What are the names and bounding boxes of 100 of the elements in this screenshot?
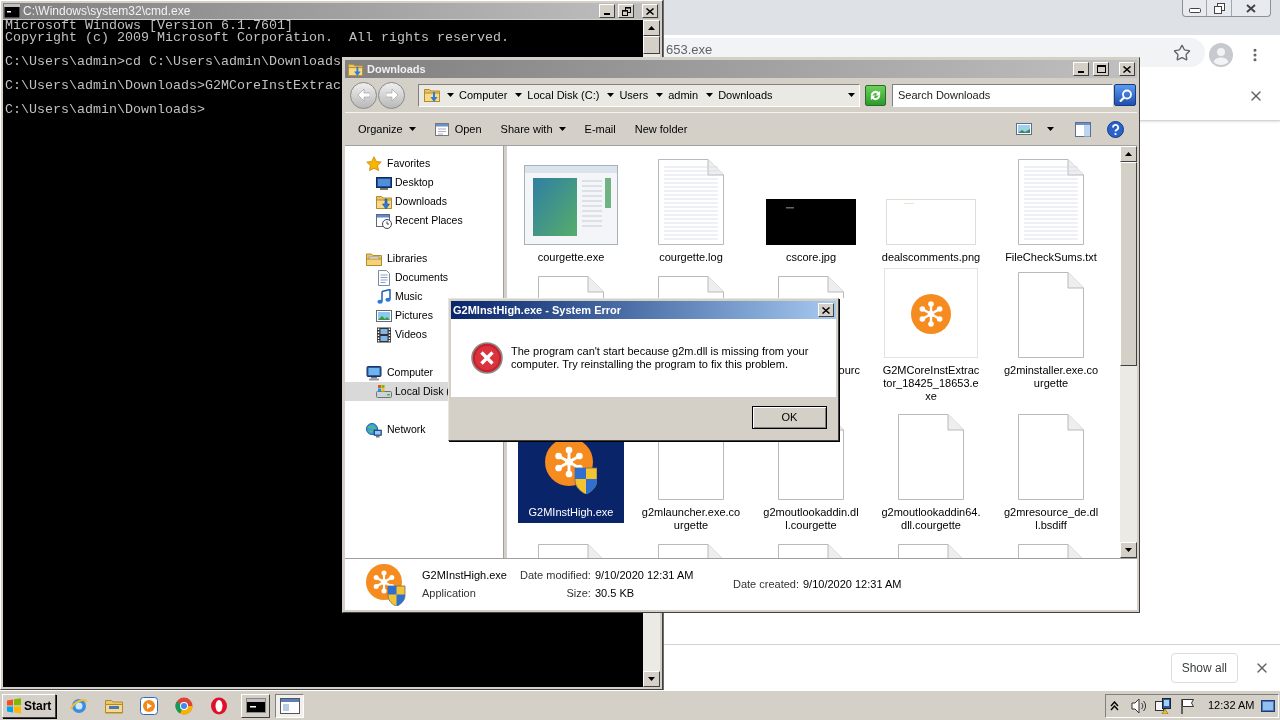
flag-icon[interactable] xyxy=(1180,697,1195,714)
toolbar-menu-button[interactable]: Organize xyxy=(352,117,422,141)
close-button[interactable] xyxy=(818,303,834,317)
scrollbar-thumb[interactable] xyxy=(643,36,660,54)
caret-icon xyxy=(1047,127,1054,131)
close-icon xyxy=(1246,3,1256,13)
refresh-arrows-icon xyxy=(869,88,882,102)
error-message: The program can't start because g2m.dll is missing from your computer. Try reinstalling the program to fix this problem. xyxy=(511,345,810,371)
show-desktop-icon[interactable] xyxy=(1261,698,1275,713)
breadcrumb-caret-icon[interactable] xyxy=(656,93,664,97)
restore-icon xyxy=(1213,2,1225,14)
console-line: C:\Users\admin\Downloads>G2MCoreInstExtrac xyxy=(5,80,341,92)
documents-icon xyxy=(376,269,392,286)
folder-icon xyxy=(424,87,440,103)
nav-item[interactable]: Recent Places xyxy=(345,211,503,230)
file-item[interactable]: g2mresource_de.dll.bsdiff xyxy=(998,410,1104,536)
forward-button[interactable] xyxy=(378,81,405,109)
right-arrow-icon xyxy=(385,89,398,101)
search-field[interactable]: Search Downloads xyxy=(892,83,1113,107)
clock[interactable]: 12:32 AM xyxy=(1208,697,1255,714)
address-text: 653.exe xyxy=(666,43,713,57)
scroll-up-button[interactable] xyxy=(643,20,660,36)
globe-orbit-icon[interactable] xyxy=(70,696,88,715)
breadcrumb-item[interactable]: Users xyxy=(618,86,650,104)
address-bar[interactable]: 653.exe xyxy=(664,38,1140,57)
detail-label: Size: xyxy=(566,587,591,600)
network-status-icon[interactable] xyxy=(1155,697,1171,714)
dropdown-caret-icon[interactable] xyxy=(848,93,855,97)
computer-icon xyxy=(366,364,382,381)
console-line: C:\Users\admin>cd C:\Users\admin\Downloads xyxy=(5,56,341,68)
caret-icon xyxy=(558,127,566,131)
minimize-icon xyxy=(1188,7,1201,13)
breadcrumb-item[interactable]: Downloads xyxy=(717,86,774,104)
scroll-down-button[interactable] xyxy=(643,671,660,687)
file-item[interactable]: g2minstaller.exe.courgette xyxy=(998,268,1104,394)
drive-icon xyxy=(376,383,392,400)
breadcrumb-caret-icon[interactable] xyxy=(706,93,714,97)
close-button[interactable] xyxy=(642,4,658,18)
console-line: Microsoft Windows [Version 6.1.7601] xyxy=(5,20,293,32)
back-button[interactable] xyxy=(350,81,377,109)
breadcrumb-caret-icon[interactable] xyxy=(447,93,454,97)
scroll-down-button[interactable] xyxy=(1120,542,1137,558)
taskbar-button[interactable] xyxy=(275,693,304,718)
toolbar-menu-button[interactable]: Share with xyxy=(494,117,572,141)
show-hidden-icons-icon[interactable] xyxy=(1110,700,1119,711)
address-bar[interactable]: Computer Local Disk (C:) Users admin Downloads xyxy=(418,83,860,107)
refresh-button[interactable] xyxy=(865,84,886,106)
breadcrumb-item[interactable]: Local Disk (C:) xyxy=(526,86,601,104)
toolbar-button[interactable]: New folder xyxy=(628,117,694,141)
console-line: C:\Users\admin\Downloads> xyxy=(5,104,205,116)
app-logo-with-shield-icon xyxy=(366,563,406,606)
file-item[interactable]: cscore.jpg xyxy=(758,155,864,268)
speaker-icon[interactable] xyxy=(1131,697,1146,714)
help-button[interactable] xyxy=(1104,118,1127,140)
ok-button[interactable]: OK xyxy=(752,406,827,429)
segmented-circle-icon[interactable] xyxy=(175,696,193,715)
detail-value: 30.5 KB xyxy=(594,587,636,600)
down-arrow-icon xyxy=(648,677,655,681)
scrollbar-thumb[interactable] xyxy=(1120,162,1137,366)
nav-item[interactable]: Desktop xyxy=(345,173,503,192)
nav-item[interactable]: Documents xyxy=(345,268,503,287)
maximize-button[interactable] xyxy=(1093,62,1109,76)
ring-icon[interactable] xyxy=(210,696,228,715)
file-item[interactable]: courgette.exe xyxy=(518,155,624,268)
nav-item[interactable]: Libraries xyxy=(345,249,503,268)
music-note-icon xyxy=(376,288,392,305)
breadcrumb-caret-icon[interactable] xyxy=(607,93,615,97)
detail-label: Date modified: xyxy=(520,569,591,582)
search-button[interactable] xyxy=(1114,84,1136,106)
media-player-icon[interactable] xyxy=(140,696,158,715)
show-all-button[interactable]: Show all xyxy=(1170,652,1238,683)
toolbar-button[interactable]: E-mail xyxy=(578,117,622,141)
window-title: Downloads xyxy=(367,61,426,77)
file-item[interactable]: courgette.log xyxy=(638,155,744,268)
file-item[interactable]: FileCheckSums.txt xyxy=(998,155,1104,268)
bookmark-button[interactable] xyxy=(1140,38,1205,67)
scroll-up-button[interactable] xyxy=(1120,146,1137,162)
blank-file-icon xyxy=(898,414,964,500)
text-file-icon xyxy=(658,159,724,245)
start-button[interactable]: Start xyxy=(2,693,56,718)
breadcrumb-item[interactable]: admin xyxy=(667,86,700,104)
breadcrumb-item[interactable]: Computer xyxy=(458,86,509,104)
nav-item[interactable]: Downloads xyxy=(345,192,503,211)
console-app-icon xyxy=(4,4,20,18)
picture-view-icon xyxy=(1016,123,1032,135)
text-file-icon xyxy=(1018,159,1084,245)
file-item[interactable]: g2moutlookaddin64.dll.courgette xyxy=(878,410,984,536)
recent-places-icon xyxy=(376,212,392,229)
file-name: G2MInstHigh.exe xyxy=(422,569,507,582)
scrollbar[interactable] xyxy=(1120,146,1137,558)
nav-item[interactable]: Favorites xyxy=(345,154,503,173)
up-arrow-icon xyxy=(1125,152,1132,156)
blank-file-icon xyxy=(1018,272,1084,358)
toolbar-button[interactable]: Open xyxy=(428,117,488,141)
breadcrumb-caret-icon[interactable] xyxy=(515,93,523,97)
file-item[interactable]: G2MCoreInstExtractor_18425_18653.exe xyxy=(878,268,984,407)
close-button[interactable] xyxy=(1119,62,1135,76)
restore-icon xyxy=(621,6,631,16)
file-item[interactable]: dealscomments.png xyxy=(878,155,984,268)
four-squares-logo-icon xyxy=(6,697,22,714)
